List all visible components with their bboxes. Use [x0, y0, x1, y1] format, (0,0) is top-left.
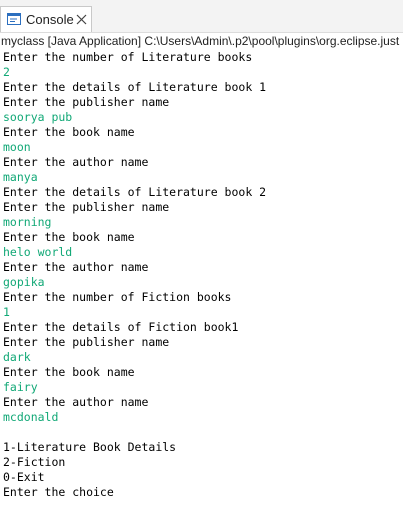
console-output-line: Enter the publisher name [3, 95, 170, 109]
console-output-line: Enter the author name [3, 395, 149, 409]
console-tab-label: Console [26, 12, 74, 27]
console-input-line: moon [3, 140, 31, 154]
launch-description: myclass [Java Application] C:\Users\Admi… [0, 33, 403, 50]
console-output-line: Enter the author name [3, 260, 149, 274]
console-output-line: Enter the author name [3, 155, 149, 169]
console-output[interactable]: Enter the number of Literature books 2 Ent… [0, 50, 403, 519]
console-output-line: Enter the details of Literature book 1 [3, 80, 267, 94]
console-icon [7, 13, 21, 25]
close-icon[interactable] [76, 14, 87, 25]
console-output-line: Enter the number of Fiction books [3, 290, 232, 304]
console-input-line: dark [3, 350, 31, 364]
console-tab[interactable]: Console [0, 6, 92, 32]
view-tab-bar: Console [0, 0, 403, 33]
console-output-line: Enter the details of Fiction book1 [3, 320, 239, 334]
console-output-line: Enter the book name [3, 230, 135, 244]
console-input-line: fairy [3, 380, 38, 394]
console-output-line: Enter the publisher name [3, 200, 170, 214]
console-input-line: soorya pub [3, 110, 73, 124]
console-input-line: morning [3, 215, 52, 229]
console-output-line: 1-Literature Book Details [3, 440, 177, 454]
console-output-line: Enter the book name [3, 365, 135, 379]
console-input-line: helo world [3, 245, 73, 259]
console-output-line: Enter the publisher name [3, 335, 170, 349]
console-input-line: mcdonald [3, 410, 59, 424]
console-output-line: Enter the details of Literature book 2 [3, 185, 267, 199]
console-output-line: 2-Fiction [3, 455, 66, 469]
console-input-line: 2 [3, 65, 10, 79]
console-output-line: Enter the number of Literature books [3, 50, 253, 64]
console-input-line: gopika [3, 275, 45, 289]
console-output-line: Enter the book name [3, 125, 135, 139]
console-output-line: 0-Exit [3, 470, 45, 484]
launch-description-text: myclass [Java Application] C:\Users\Admi… [1, 34, 400, 48]
console-input-line: manya [3, 170, 38, 184]
console-output-line: Enter the choice [3, 485, 114, 499]
console-input-line: 1 [3, 305, 10, 319]
